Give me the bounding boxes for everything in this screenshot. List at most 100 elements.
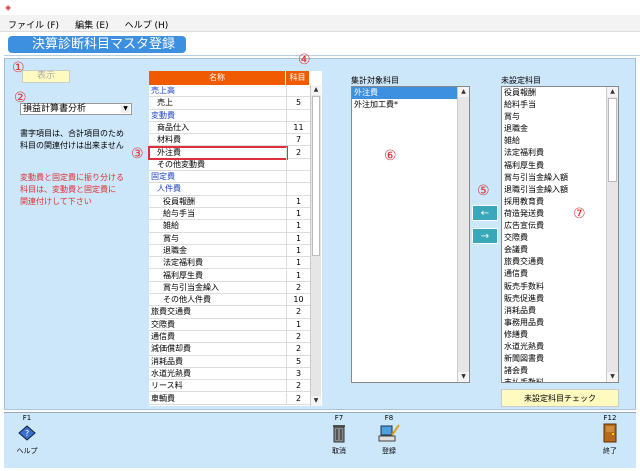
list-item[interactable]: 退職金	[502, 123, 606, 135]
move-right-button[interactable]: →	[472, 228, 498, 244]
table-row[interactable]: 法定福利費 1	[149, 257, 310, 270]
list-item[interactable]: 交際費	[502, 232, 606, 244]
list-item[interactable]: 広告宣伝費	[502, 220, 606, 232]
table-row[interactable]: 通信費 2	[149, 331, 310, 344]
menu-file[interactable]: ファイル (F)	[8, 18, 59, 31]
list-item[interactable]: 販売手数料	[502, 281, 606, 293]
table-row[interactable]: 変動費	[149, 109, 310, 122]
unset-check-button[interactable]: 未設定科目チェック	[501, 389, 619, 407]
list-item[interactable]: 水道光熱費	[502, 341, 606, 353]
list-item[interactable]: 支払手数料	[502, 377, 606, 382]
list-item[interactable]: 採用教育費	[502, 196, 606, 208]
list-item[interactable]: 事務用品費	[502, 317, 606, 329]
list-item[interactable]: 法定福利費	[502, 147, 606, 159]
table-row[interactable]: 交際費 1	[149, 318, 310, 331]
table-row[interactable]: 消耗品費 5	[149, 355, 310, 368]
f7-cancel-button[interactable]: F7 取消	[324, 414, 354, 456]
row-name: 変動費	[151, 110, 175, 120]
list-item[interactable]: 福利厚生費	[502, 160, 606, 172]
list-item[interactable]: 給料手当	[502, 99, 606, 111]
row-count: 2	[286, 343, 310, 356]
f12-exit-button[interactable]: F12 終了	[595, 414, 625, 456]
function-key-bar	[4, 412, 636, 468]
row-name: 通信費	[151, 332, 175, 341]
scroll-down-icon[interactable]: ▼	[311, 396, 321, 406]
table-row[interactable]: 固定費	[149, 171, 310, 184]
scroll-up-icon[interactable]: ▲	[458, 87, 469, 97]
table-row[interactable]: 役員報酬 1	[149, 195, 310, 208]
table-row[interactable]: その他変動費	[149, 158, 310, 172]
target-scrollbar[interactable]: ▲ ▼	[457, 87, 469, 382]
table-row[interactable]: 雑給 1	[149, 220, 310, 233]
unset-list[interactable]: 役員報酬 給料手当 賞与 退職金 雑給 法定福利費 福利厚生費 賞与引当金繰入額 退職引当金繰入…	[501, 86, 619, 383]
app-icon: ◈	[5, 3, 12, 12]
table-row[interactable]: 退職金 1	[149, 244, 310, 258]
table-row[interactable]: 旅費交通費 2	[149, 306, 310, 319]
menu-help[interactable]: ヘルプ (H)	[125, 18, 169, 31]
list-item[interactable]: 消耗品費	[502, 305, 606, 317]
f1-help-button[interactable]: F1 ? ヘルプ	[12, 414, 42, 456]
unset-list-label: 未設定科目	[501, 76, 541, 85]
table-row[interactable]: 車輌費 2	[149, 392, 310, 405]
list-item[interactable]: 雑給	[502, 135, 606, 147]
f8-register-button[interactable]: F8 登録	[374, 414, 404, 456]
row-count: 2	[286, 392, 310, 405]
row-name: 車輌費	[151, 393, 175, 403]
list-item[interactable]: 退職引当金繰入額	[502, 184, 606, 196]
list-item[interactable]: 新聞図書費	[502, 353, 606, 365]
list-item[interactable]: 賞与	[502, 111, 606, 123]
move-left-button[interactable]: ←	[472, 205, 498, 221]
scroll-down-icon[interactable]: ▼	[458, 372, 469, 382]
target-list-label: 集計対象科目	[351, 76, 399, 85]
row-name: 水道光熱費	[151, 368, 191, 378]
table-row[interactable]: 商品仕入 11	[149, 121, 310, 135]
table-row[interactable]: 外注費 2	[148, 145, 310, 160]
row-count: 5	[286, 97, 310, 110]
table-scrollbar[interactable]: ▲ ▼	[310, 85, 321, 406]
list-item[interactable]: 諸会費	[502, 365, 606, 377]
list-item[interactable]: 会議費	[502, 244, 606, 256]
list-item[interactable]: 役員報酬	[502, 87, 606, 99]
chevron-down-icon[interactable]: ▼	[121, 105, 130, 113]
list-item[interactable]: 外注費	[352, 87, 457, 100]
note-line: 変動費と固定費に振り分ける	[20, 173, 124, 182]
row-name: 法定福利費	[163, 258, 203, 268]
unset-scrollbar[interactable]: ▲ ▼	[606, 87, 618, 382]
target-list[interactable]: 外注費 外注加工費* ▲ ▼	[351, 86, 470, 383]
list-item[interactable]: 旅費交通費	[502, 256, 606, 268]
table-row[interactable]: 売上 5	[149, 97, 310, 110]
list-item[interactable]: 荷造発送費	[502, 208, 606, 220]
list-item[interactable]: 修繕費	[502, 329, 606, 341]
list-item[interactable]: 賞与引当金繰入額	[502, 172, 606, 184]
row-name: 退職金	[163, 245, 187, 255]
fkey-label: F8	[384, 414, 394, 422]
scroll-up-icon[interactable]: ▲	[311, 85, 321, 95]
table-row[interactable]: 福利厚生費 1	[149, 269, 310, 282]
analysis-dropdown[interactable]: 損益計算書分析 ▼	[20, 103, 132, 115]
row-count: 2	[286, 331, 310, 343]
show-button[interactable]: 表示	[22, 70, 70, 83]
table-row[interactable]: 給与手当 1	[149, 208, 310, 221]
table-row[interactable]: 減価償却費 2	[149, 343, 310, 356]
note-line: 関連付けして下さい	[20, 197, 92, 206]
table-row[interactable]: 材料費 7	[149, 134, 310, 147]
header-count: 科目数	[286, 71, 310, 96]
table-row[interactable]: 売上高	[149, 85, 310, 98]
scroll-thumb[interactable]	[608, 98, 617, 182]
menu-edit[interactable]: 編集 (E)	[75, 18, 109, 31]
table-row[interactable]: その他人件費 10	[149, 294, 310, 307]
list-item[interactable]: 外注加工費*	[352, 99, 457, 111]
scroll-down-icon[interactable]: ▼	[607, 372, 618, 382]
table-row[interactable]: 人件費	[149, 183, 310, 196]
scroll-thumb[interactable]	[312, 96, 320, 256]
table-row[interactable]: 水道光熱費 3	[149, 367, 310, 381]
table-row[interactable]: 賞与 1	[149, 232, 310, 245]
list-item[interactable]: 販売促進費	[502, 293, 606, 305]
row-name: 人件費	[157, 184, 181, 194]
scroll-up-icon[interactable]: ▲	[607, 87, 618, 97]
table-row[interactable]: リース料 2	[149, 380, 310, 393]
list-item[interactable]: 通信費	[502, 268, 606, 280]
table-row[interactable]: 賞与引当金繰入 2	[149, 281, 310, 295]
row-name: 売上高	[151, 86, 175, 95]
row-name: 福利厚生費	[163, 270, 203, 280]
